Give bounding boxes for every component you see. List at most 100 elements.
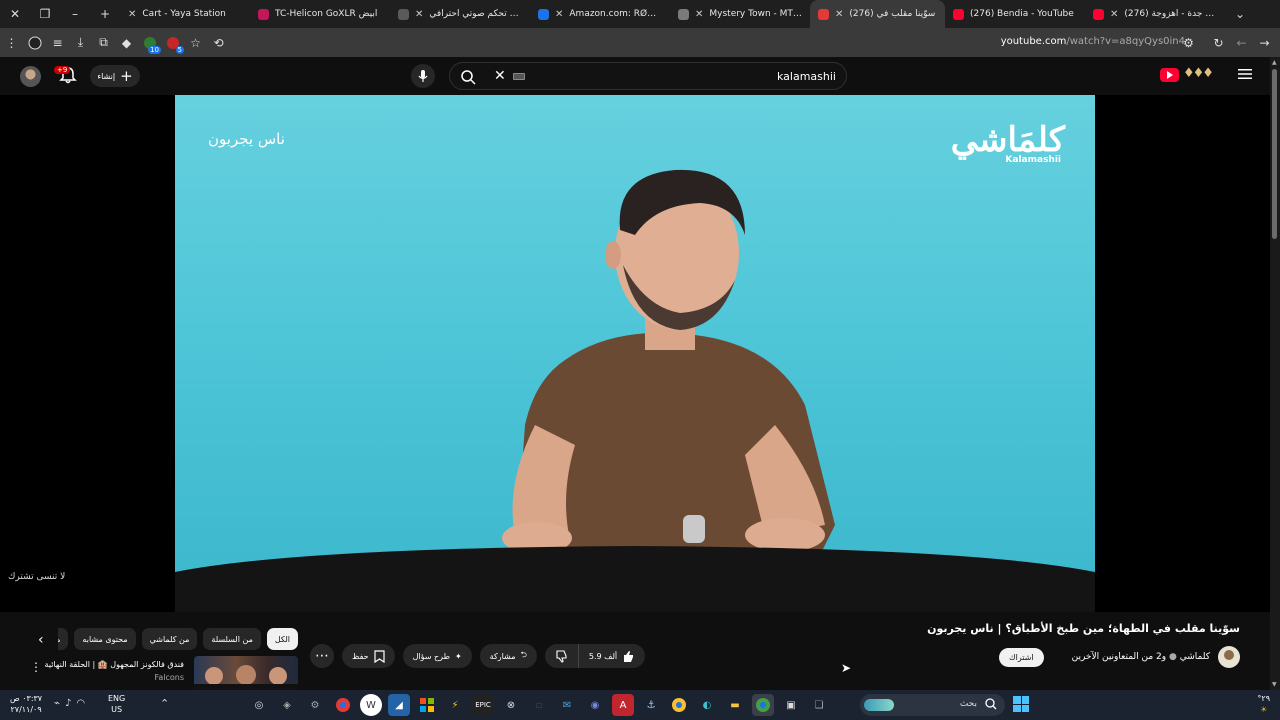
extension-chat-icon[interactable]: 10 [138, 31, 161, 54]
scroll-up-icon[interactable]: ▲ [1272, 59, 1277, 66]
browser-tab[interactable]: ✕ Amazon.com: RØDE Podi [530, 0, 670, 28]
chip-all[interactable]: الكل [266, 628, 298, 650]
close-window-icon[interactable]: ✕ [0, 0, 30, 28]
page-scrollbar[interactable]: ▲ ▼ [1270, 57, 1280, 690]
close-tab-icon[interactable]: ✕ [415, 9, 423, 20]
browser-tab[interactable]: (276) Bendia - YouTube [945, 0, 1085, 28]
settings-app-icon[interactable]: ⚙ [304, 694, 326, 716]
keyboard-icon[interactable] [513, 73, 525, 80]
playlist-icon[interactable]: ≡ [46, 31, 69, 54]
address-bar[interactable]: youtube.com/watch?v=a8qyQys0in4 [1001, 36, 1185, 47]
extensions-icon[interactable]: ⧉ [92, 31, 115, 54]
chip-similar[interactable]: محتوى مشابه [74, 628, 136, 650]
chip-series[interactable]: من السلسلة [203, 628, 261, 650]
like-button[interactable]: 5.9 ألف [579, 644, 645, 668]
youtube-doodle-icon[interactable]: ♦♦♦ [1183, 66, 1214, 81]
empty-slot-icon[interactable]: ▫ [528, 694, 550, 716]
close-tab-icon[interactable]: ✕ [128, 9, 136, 20]
mail-app-icon[interactable]: ✉ [556, 694, 578, 716]
save-button[interactable]: حفظ [342, 644, 395, 668]
bookmark-star-icon[interactable]: ☆ [184, 31, 207, 54]
share-button[interactable]: مشاركة ⮌ [479, 644, 537, 668]
extension-diamond-icon[interactable]: ◆ [115, 31, 138, 54]
chrome-browser-app-icon[interactable] [668, 694, 690, 716]
restore-window-icon[interactable]: ❐ [30, 0, 60, 28]
video-frame[interactable]: ناس يجربون كلمَاشي Kalamashii [175, 95, 1095, 612]
related-video-thumbnail[interactable] [194, 656, 298, 690]
related-video-menu-icon[interactable]: ⋮ [30, 660, 42, 674]
scrollbar-thumb[interactable] [1272, 69, 1277, 239]
browser-tab[interactable]: TC-Helicon GoXLR أبيض [250, 0, 390, 28]
new-tab-icon[interactable]: + [90, 0, 120, 28]
store-grid-app-icon[interactable] [416, 694, 438, 716]
chips-previous-icon[interactable]: ‹ [38, 632, 44, 648]
forward-icon[interactable]: ← [1230, 31, 1253, 54]
close-tab-icon[interactable]: ✕ [1110, 9, 1118, 20]
channel-avatar[interactable] [1218, 646, 1240, 668]
browser-tab[interactable]: ✕ جهاز تحكم صوتي احترافي [390, 0, 530, 28]
site-settings-icon[interactable]: ⚙ [1177, 31, 1200, 54]
voice-search-button[interactable] [411, 64, 435, 88]
related-video-title: فندق فالكونز المجهول 🏨 | الحلقة النهائية [44, 660, 184, 669]
system-tray-icons[interactable]: ⌁♪◠ [54, 698, 90, 709]
game-app-icon[interactable]: ◈ [276, 694, 298, 716]
search-input[interactable]: kalamashii [777, 70, 836, 83]
guide-menu-icon[interactable] [1238, 68, 1252, 80]
scroll-down-icon[interactable]: ▼ [1272, 681, 1277, 688]
close-tab-icon[interactable]: ✕ [555, 9, 563, 20]
taskbar-search[interactable]: بحث [860, 694, 1005, 716]
input-language-indicator[interactable]: ENG US [108, 693, 125, 715]
related-video-channel: Falcons [154, 673, 184, 682]
chrome-app-icon[interactable] [332, 694, 354, 716]
microsoft-store-app-icon[interactable]: ▣ [780, 694, 802, 716]
more-actions-button[interactable]: ⋯ [310, 644, 334, 668]
subscribe-button[interactable]: اشتراك [999, 647, 1044, 667]
chip-channel[interactable]: من كلماشي [141, 628, 198, 650]
search-box[interactable]: ✕ kalamashii [449, 62, 847, 90]
task-view-icon[interactable]: ❏ [808, 694, 830, 716]
chip-content[interactable]: محتوى [58, 628, 69, 650]
rockstar-app-icon[interactable]: ⊗ [500, 694, 522, 716]
youtube-logo-icon[interactable] [1160, 68, 1179, 82]
search-icon[interactable] [460, 69, 476, 85]
start-menu-icon[interactable] [1013, 696, 1029, 712]
profile-icon[interactable] [23, 31, 46, 54]
create-button[interactable]: إنشاء + [90, 65, 140, 87]
yellow-app-icon[interactable]: ⚡ [444, 694, 466, 716]
extension-red-icon[interactable]: 5 [161, 31, 184, 54]
browser-tab[interactable]: ✕ (276) ايقونة جدة - اهزوجة [1085, 0, 1225, 28]
edge-app-icon[interactable]: ◐ [696, 694, 718, 716]
close-tab-icon[interactable]: ✕ [695, 9, 703, 20]
weather-widget[interactable]: °٢٩ ☀ [1257, 693, 1270, 715]
account-avatar[interactable] [20, 66, 41, 87]
video-player[interactable]: ناس يجربون كلمَاشي Kalamashii لا تنسى تش… [0, 95, 1270, 612]
clear-search-icon[interactable]: ✕ [494, 68, 506, 84]
browser-tab[interactable]: ✕ Mystery Town - MT Studi [670, 0, 810, 28]
reload-icon[interactable]: ↻ [1207, 31, 1230, 54]
taskbar-clock[interactable]: ٠٣:٣٧ ص ٢٧/١١/٠٩ [10, 693, 42, 715]
screenshot-icon[interactable]: ⟲ [207, 31, 230, 54]
browser-tab[interactable]: ✕ Cart - Yaya Station [120, 0, 250, 28]
epic-games-app-icon[interactable]: EPIC [472, 694, 494, 716]
word-app-icon[interactable]: W [360, 694, 382, 716]
tab-search-icon[interactable]: ⌄ [1225, 0, 1255, 28]
minimize-window-icon[interactable]: – [60, 0, 90, 28]
discord-app-icon[interactable]: ◉ [584, 694, 606, 716]
ask-button[interactable]: طرح سؤال ✦ [402, 644, 472, 668]
close-tab-icon[interactable]: ✕ [835, 9, 843, 20]
steam-client-app-icon[interactable]: ⚓ [640, 694, 662, 716]
chrome-active-app-icon[interactable] [752, 694, 774, 716]
channel-name[interactable]: كلماشي ● و2 من المتعاونين الآخرين [1072, 652, 1210, 662]
browser-menu-icon[interactable]: ⋮ [0, 31, 23, 54]
file-explorer-app-icon[interactable]: ▬ [724, 694, 746, 716]
adobe-app-icon[interactable]: A [612, 694, 634, 716]
dislike-button[interactable] [545, 644, 579, 668]
tab-favicon-icon [398, 8, 409, 20]
back-icon[interactable]: → [1253, 31, 1276, 54]
browser-tab-active[interactable]: ✕ (276) سوّينا مقلب في [810, 0, 945, 28]
steam-app-icon[interactable]: ◎ [248, 694, 270, 716]
download-icon[interactable]: ⤓ [69, 31, 92, 54]
blue-app-icon[interactable]: ◢ [388, 694, 410, 716]
show-hidden-icons-icon[interactable]: ⌃ [160, 697, 169, 710]
related-video-item[interactable]: فندق فالكونز المجهول 🏨 | الحلقة النهائية… [30, 656, 298, 690]
